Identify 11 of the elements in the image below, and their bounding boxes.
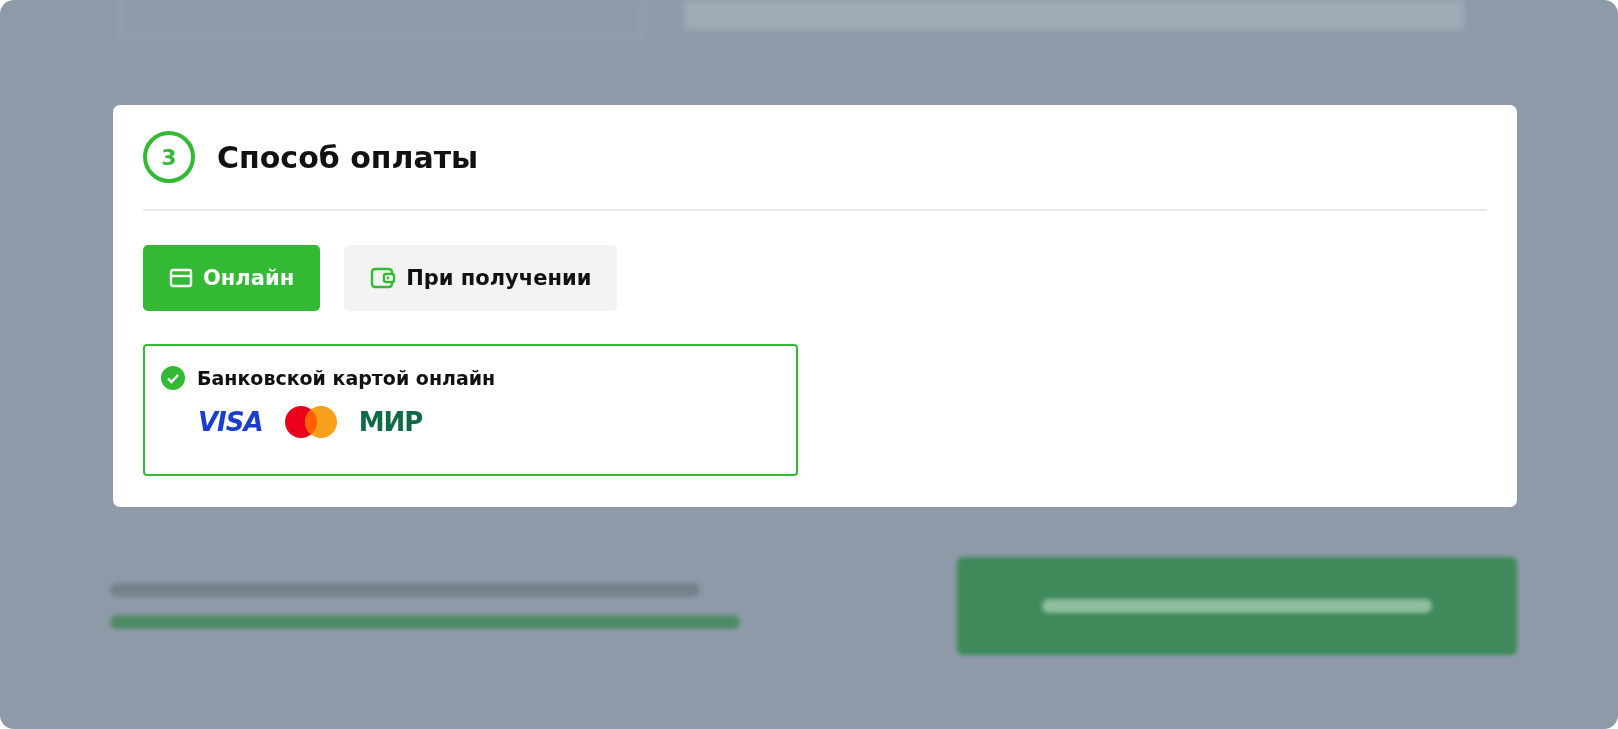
check-icon bbox=[161, 366, 185, 390]
mir-logo: МИР bbox=[358, 407, 423, 437]
option-label: Банковской картой онлайн bbox=[197, 367, 496, 389]
payment-tab[interactable]: При получении bbox=[344, 245, 618, 311]
payment-option[interactable]: Банковской картой онлайн VISA МИР bbox=[143, 344, 798, 476]
mastercard-logo bbox=[284, 406, 337, 438]
visa-logo: VISA bbox=[198, 407, 263, 437]
wallet-icon bbox=[370, 267, 397, 289]
step-number: 3 bbox=[143, 131, 195, 183]
card-icon bbox=[169, 268, 193, 288]
section-title: Способ оплаты bbox=[217, 139, 479, 175]
